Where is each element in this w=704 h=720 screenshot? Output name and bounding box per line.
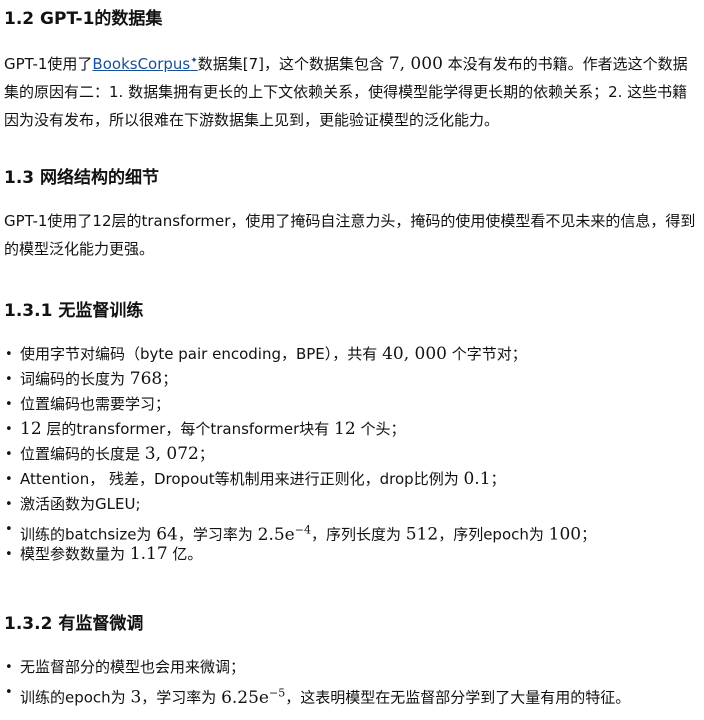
list-item: 激活函数为GLEU; bbox=[4, 492, 696, 517]
text: ； bbox=[198, 445, 214, 463]
text: 模型参数数量为 bbox=[20, 545, 130, 563]
bookscorpus-link-text[interactable]: BooksCorpus bbox=[92, 55, 190, 73]
text: ，这表明模型在无监督部分学到了大量有用的特征。 bbox=[285, 688, 631, 707]
math-value: 12 bbox=[20, 419, 42, 439]
article: 1.2 GPT-1的数据集 GPT-1使用了BooksCorpus✦数据集[7]… bbox=[0, 0, 704, 720]
math-value: 0.1 bbox=[463, 469, 491, 489]
list-item: 位置编码也需要学习； bbox=[4, 392, 696, 417]
text: ； bbox=[581, 525, 597, 544]
heading-1-2: 1.2 GPT-1的数据集 bbox=[4, 9, 163, 29]
text: 训练的epoch为 bbox=[20, 688, 131, 707]
link-mark-icon: ✦ bbox=[190, 56, 198, 66]
math-value: 40, 000 bbox=[382, 344, 447, 364]
math-value: 768 bbox=[129, 369, 163, 389]
list-item: 位置编码的长度是 3, 072； bbox=[4, 442, 696, 467]
list-item: 训练的epoch为 3，学习率为 6.25e−5，这表明模型在无监督部分学到了大… bbox=[4, 680, 696, 708]
heading-1-3-1: 1.3.1 无监督训练 bbox=[4, 301, 144, 321]
text: ； bbox=[162, 370, 178, 388]
text: ，学习率为 bbox=[141, 688, 222, 707]
list-item: 词编码的长度为 768； bbox=[4, 367, 696, 392]
text: 无监督部分的模型也会用来微调； bbox=[20, 658, 246, 676]
heading-1-3: 1.3 网络结构的细节 bbox=[4, 168, 160, 188]
unsupervised-list: 使用字节对编码（byte pair encoding，BPE），共有 40, 0… bbox=[4, 342, 696, 567]
lr-exponent: −4 bbox=[294, 523, 311, 536]
text: 位置编码的长度是 bbox=[20, 445, 145, 463]
text: 个字节对； bbox=[446, 345, 527, 363]
text: 词编码的长度为 bbox=[20, 370, 130, 388]
text: ，学习率为 bbox=[177, 525, 258, 544]
text: ，序列epoch为 bbox=[438, 525, 549, 544]
lr-exponent: −5 bbox=[268, 686, 286, 699]
paragraph-dataset: GPT-1使用了BooksCorpus✦数据集[7]，这个数据集包含 7, 00… bbox=[4, 47, 696, 134]
text: 位置编码也需要学习； bbox=[20, 395, 171, 413]
lr-mantissa: 6.25e bbox=[221, 687, 269, 708]
text: ； bbox=[490, 470, 506, 488]
text: ，序列长度为 bbox=[310, 525, 406, 544]
text: 激活函数为GLEU; bbox=[20, 495, 141, 513]
math-value: 3 bbox=[130, 687, 142, 708]
math-value: 3, 072 bbox=[144, 444, 199, 464]
math-value: 12 bbox=[334, 419, 356, 439]
math-value: 1.17 bbox=[129, 544, 168, 564]
text: 亿。 bbox=[167, 545, 203, 563]
text: GPT-1使用了 bbox=[4, 55, 93, 73]
heading-1-3-2: 1.3.2 有监督微调 bbox=[4, 614, 144, 634]
math-learning-rate: 6.25e−5 bbox=[221, 686, 286, 708]
list-item: 模型参数数量为 1.17 亿。 bbox=[4, 542, 696, 567]
list-item: Attention， 残差，Dropout等机制用来进行正则化，drop比例为 … bbox=[4, 467, 696, 492]
text: 个头； bbox=[355, 420, 406, 438]
list-item: 12 层的transformer，每个transformer块有 12 个头； bbox=[4, 417, 696, 442]
list-item: 使用字节对编码（byte pair encoding，BPE），共有 40, 0… bbox=[4, 342, 696, 367]
list-item: 训练的batchsize为 64，学习率为 2.5e−4，序列长度为 512，序… bbox=[4, 517, 696, 545]
text: 层的transformer，每个transformer块有 bbox=[41, 420, 335, 438]
list-item: 无监督部分的模型也会用来微调； bbox=[4, 655, 696, 680]
bookscorpus-link[interactable]: BooksCorpus✦ bbox=[92, 55, 197, 73]
math-count: 7, 000 bbox=[388, 54, 443, 74]
text: 使用字节对编码（byte pair encoding，BPE），共有 bbox=[20, 345, 383, 363]
paragraph-architecture: GPT-1使用了12层的transformer，使用了掩码自注意力头，掩码的使用… bbox=[4, 212, 696, 258]
text: Attention， 残差，Dropout等机制用来进行正则化，drop比例为 bbox=[20, 470, 464, 488]
supervised-list: 无监督部分的模型也会用来微调； 训练的epoch为 3，学习率为 6.25e−5… bbox=[4, 655, 696, 708]
text: 训练的batchsize为 bbox=[20, 525, 157, 544]
text: 数据集[7]，这个数据集包含 bbox=[197, 55, 389, 73]
